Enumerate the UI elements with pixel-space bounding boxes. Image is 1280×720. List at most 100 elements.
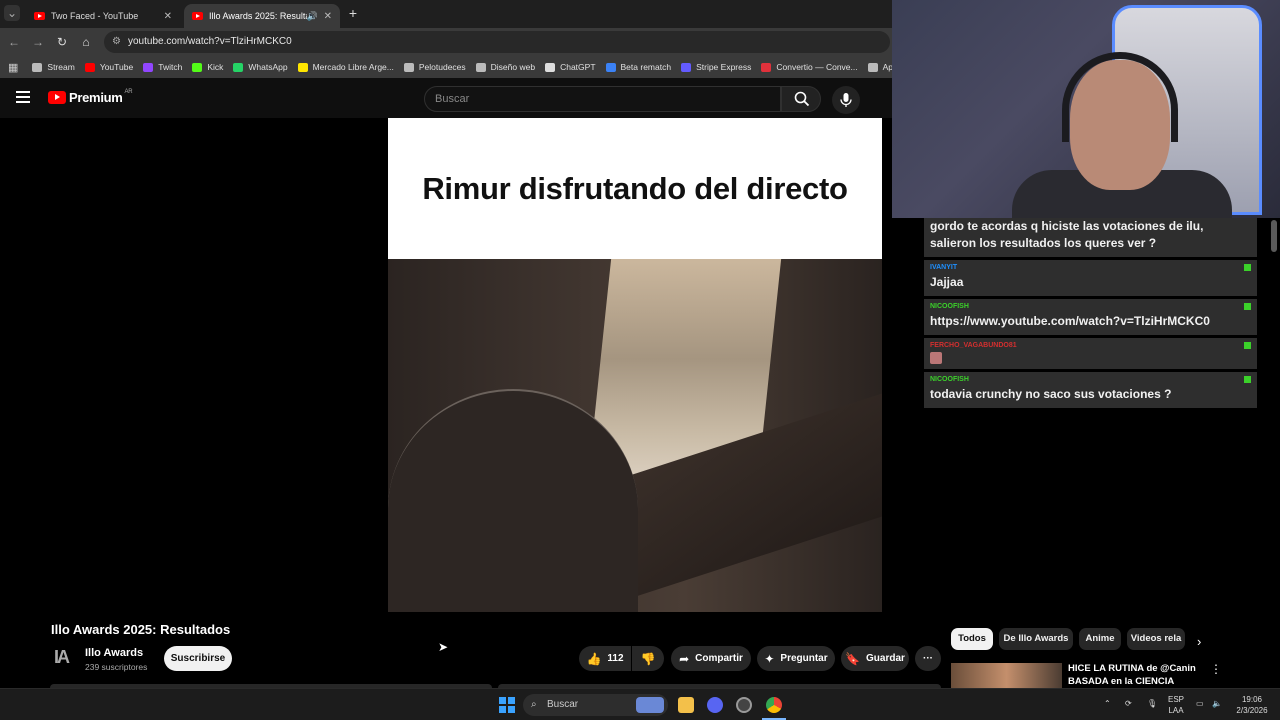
home-icon[interactable]: ⌂ [78, 34, 94, 50]
bookmark-item[interactable]: Convertio — Conve... [761, 62, 858, 72]
new-tab-button[interactable]: + [345, 5, 361, 21]
chip-anime[interactable]: Anime [1079, 628, 1121, 650]
dislike-button[interactable]: 👎 [632, 646, 664, 671]
bookmark-item[interactable]: Twitch [143, 62, 182, 72]
chevron-up-icon[interactable]: ⌃ [1104, 698, 1111, 709]
chat-message: IVANYIT Jajjaa [924, 260, 1257, 296]
network-icon[interactable]: ▭ [1196, 698, 1204, 709]
chat-text: todavia crunchy no saco sus votaciones ? [930, 387, 1172, 401]
bookmark-item[interactable]: Mercado Libre Arge... [297, 62, 394, 72]
bookmark-label: ChatGPT [560, 62, 596, 72]
bookmark-item[interactable]: Kick [192, 62, 223, 72]
live-chat: gordo te acordas q hiciste las votacione… [924, 218, 1257, 411]
speaker-icon[interactable]: 🔊 [307, 11, 318, 22]
tab-two-faced[interactable]: Two Faced - YouTube ✕ [26, 4, 180, 28]
chat-message: FERCHO_VAGABUNDO81 [924, 338, 1257, 369]
bookmark-item[interactable]: Diseño web [475, 62, 535, 72]
tab-title: Illo Awards 2025: Resultado [209, 11, 307, 21]
date: 2/3/2026 [1236, 706, 1268, 715]
chevron-right-icon[interactable]: › [1197, 634, 1201, 649]
ask-label: Preguntar [780, 653, 828, 664]
bookmark-label: Convertio — Conve... [776, 62, 858, 72]
language-indicator[interactable]: ESP LAA [1168, 694, 1184, 716]
app-icon [605, 62, 616, 72]
address-bar[interactable]: ⚙ youtube.com/watch?v=TlziHrMCKC0 [104, 31, 890, 53]
bookmark-item[interactable]: Stream [32, 62, 75, 72]
more-actions-button[interactable]: ··· [915, 646, 941, 671]
chip-videos-relacionados[interactable]: Videos rela [1127, 628, 1185, 650]
save-button[interactable]: 🔖 Guardar [841, 646, 909, 671]
stripe-icon [681, 62, 692, 72]
reload-icon[interactable]: ↻ [54, 34, 70, 50]
bookmark-item[interactable]: ChatGPT [545, 62, 596, 72]
chip-de-illo-awards[interactable]: De Illo Awards [999, 628, 1073, 650]
mouse-cursor-icon: ➤ [438, 640, 449, 654]
more-vert-icon[interactable]: ⋮ [1210, 662, 1222, 676]
chrome-icon[interactable] [766, 697, 782, 713]
apps-grid-icon[interactable]: ▦ [8, 61, 18, 74]
file-explorer-icon[interactable] [678, 697, 694, 713]
bookmark-item[interactable]: Beta rematch [605, 62, 672, 72]
sync-icon[interactable]: ⟳ [1125, 698, 1132, 709]
video-player[interactable]: Rimur disfrutando del directo [388, 118, 882, 612]
channel-name[interactable]: Illo Awards [85, 647, 143, 659]
bookmark-item[interactable]: YouTube [84, 62, 134, 72]
subscribe-button[interactable]: Suscribirse [164, 646, 232, 671]
chat-username: FERCHO_VAGABUNDO81 [930, 342, 1017, 349]
like-button[interactable]: 👍 112 [579, 646, 631, 671]
voice-search-button[interactable] [832, 86, 860, 114]
kick-icon [192, 62, 203, 72]
bookmark-label: Twitch [158, 62, 183, 72]
tab-illo-awards[interactable]: Illo Awards 2025: Resultado 🔊 ✕ [184, 4, 340, 28]
sparkle-icon: ✦ [764, 651, 775, 666]
volume-icon[interactable]: 🔈 [1212, 698, 1222, 709]
folder-icon [403, 62, 414, 72]
microphone-icon[interactable]: 🎙 [1147, 698, 1157, 709]
chatgpt-icon [545, 62, 556, 72]
search-button[interactable] [781, 86, 821, 112]
youtube-play-icon [48, 91, 66, 104]
windows-start-icon[interactable] [499, 697, 515, 713]
youtube-logo[interactable]: Premium AR [48, 89, 133, 105]
chat-scrollbar[interactable] [1271, 220, 1277, 252]
share-button[interactable]: ➦ Compartir [671, 646, 751, 671]
folder-icon [32, 62, 43, 72]
recommended-thumbnail[interactable] [951, 663, 1062, 688]
bookmark-item[interactable]: Stripe Express [681, 62, 751, 72]
video-frame [388, 259, 882, 612]
search-highlight-icon [636, 697, 664, 713]
search-icon [794, 91, 810, 107]
site-info-icon[interactable]: ⚙ [112, 31, 121, 53]
windows-taskbar: ⌕ Buscar ⌃ ⟳ 🎙 ESP LAA ▭ 🔈 19:06 2/3/202… [0, 688, 1280, 720]
clock[interactable]: 19:06 2/3/2026 [1232, 694, 1272, 716]
thumbs-up-icon: 👍 [586, 651, 602, 666]
chip-todos[interactable]: Todos [951, 628, 993, 650]
close-icon[interactable]: ✕ [324, 11, 332, 22]
taskbar-search[interactable]: ⌕ Buscar [523, 694, 668, 716]
obs-icon[interactable] [736, 697, 752, 713]
chat-badge-icon [1244, 264, 1251, 271]
chat-username: NICOOFISH [930, 376, 969, 383]
tab-title: Two Faced - YouTube [51, 11, 139, 21]
menu-icon[interactable] [16, 91, 30, 103]
bookmark-label: WhatsApp [248, 62, 288, 72]
search-icon: ⌕ [531, 699, 537, 710]
bookmark-label: Kick [207, 62, 224, 72]
discord-icon[interactable] [707, 697, 723, 713]
close-icon[interactable]: ✕ [164, 11, 172, 22]
convertio-icon [761, 62, 772, 72]
chat-username: NICOOFISH [930, 303, 969, 310]
bookmark-item[interactable]: WhatsApp [233, 62, 288, 72]
folder-icon [867, 62, 878, 72]
forward-icon[interactable]: → [30, 34, 46, 50]
channel-avatar[interactable]: IA [54, 647, 74, 669]
bookmark-item[interactable]: Pelotudeces [403, 62, 466, 72]
youtube-favicon-icon [34, 12, 45, 20]
search-input[interactable]: Buscar [424, 86, 781, 112]
recommended-title[interactable]: HICE LA RUTINA de @Canin BASADA en la CI… [1068, 662, 1198, 688]
bookmark-label: YouTube [99, 62, 134, 72]
back-icon[interactable]: ← [6, 34, 22, 50]
ask-button[interactable]: ✦ Preguntar [757, 646, 835, 671]
bookmark-label: Beta rematch [620, 62, 672, 72]
tab-search-button[interactable]: ⌄ [4, 5, 20, 21]
